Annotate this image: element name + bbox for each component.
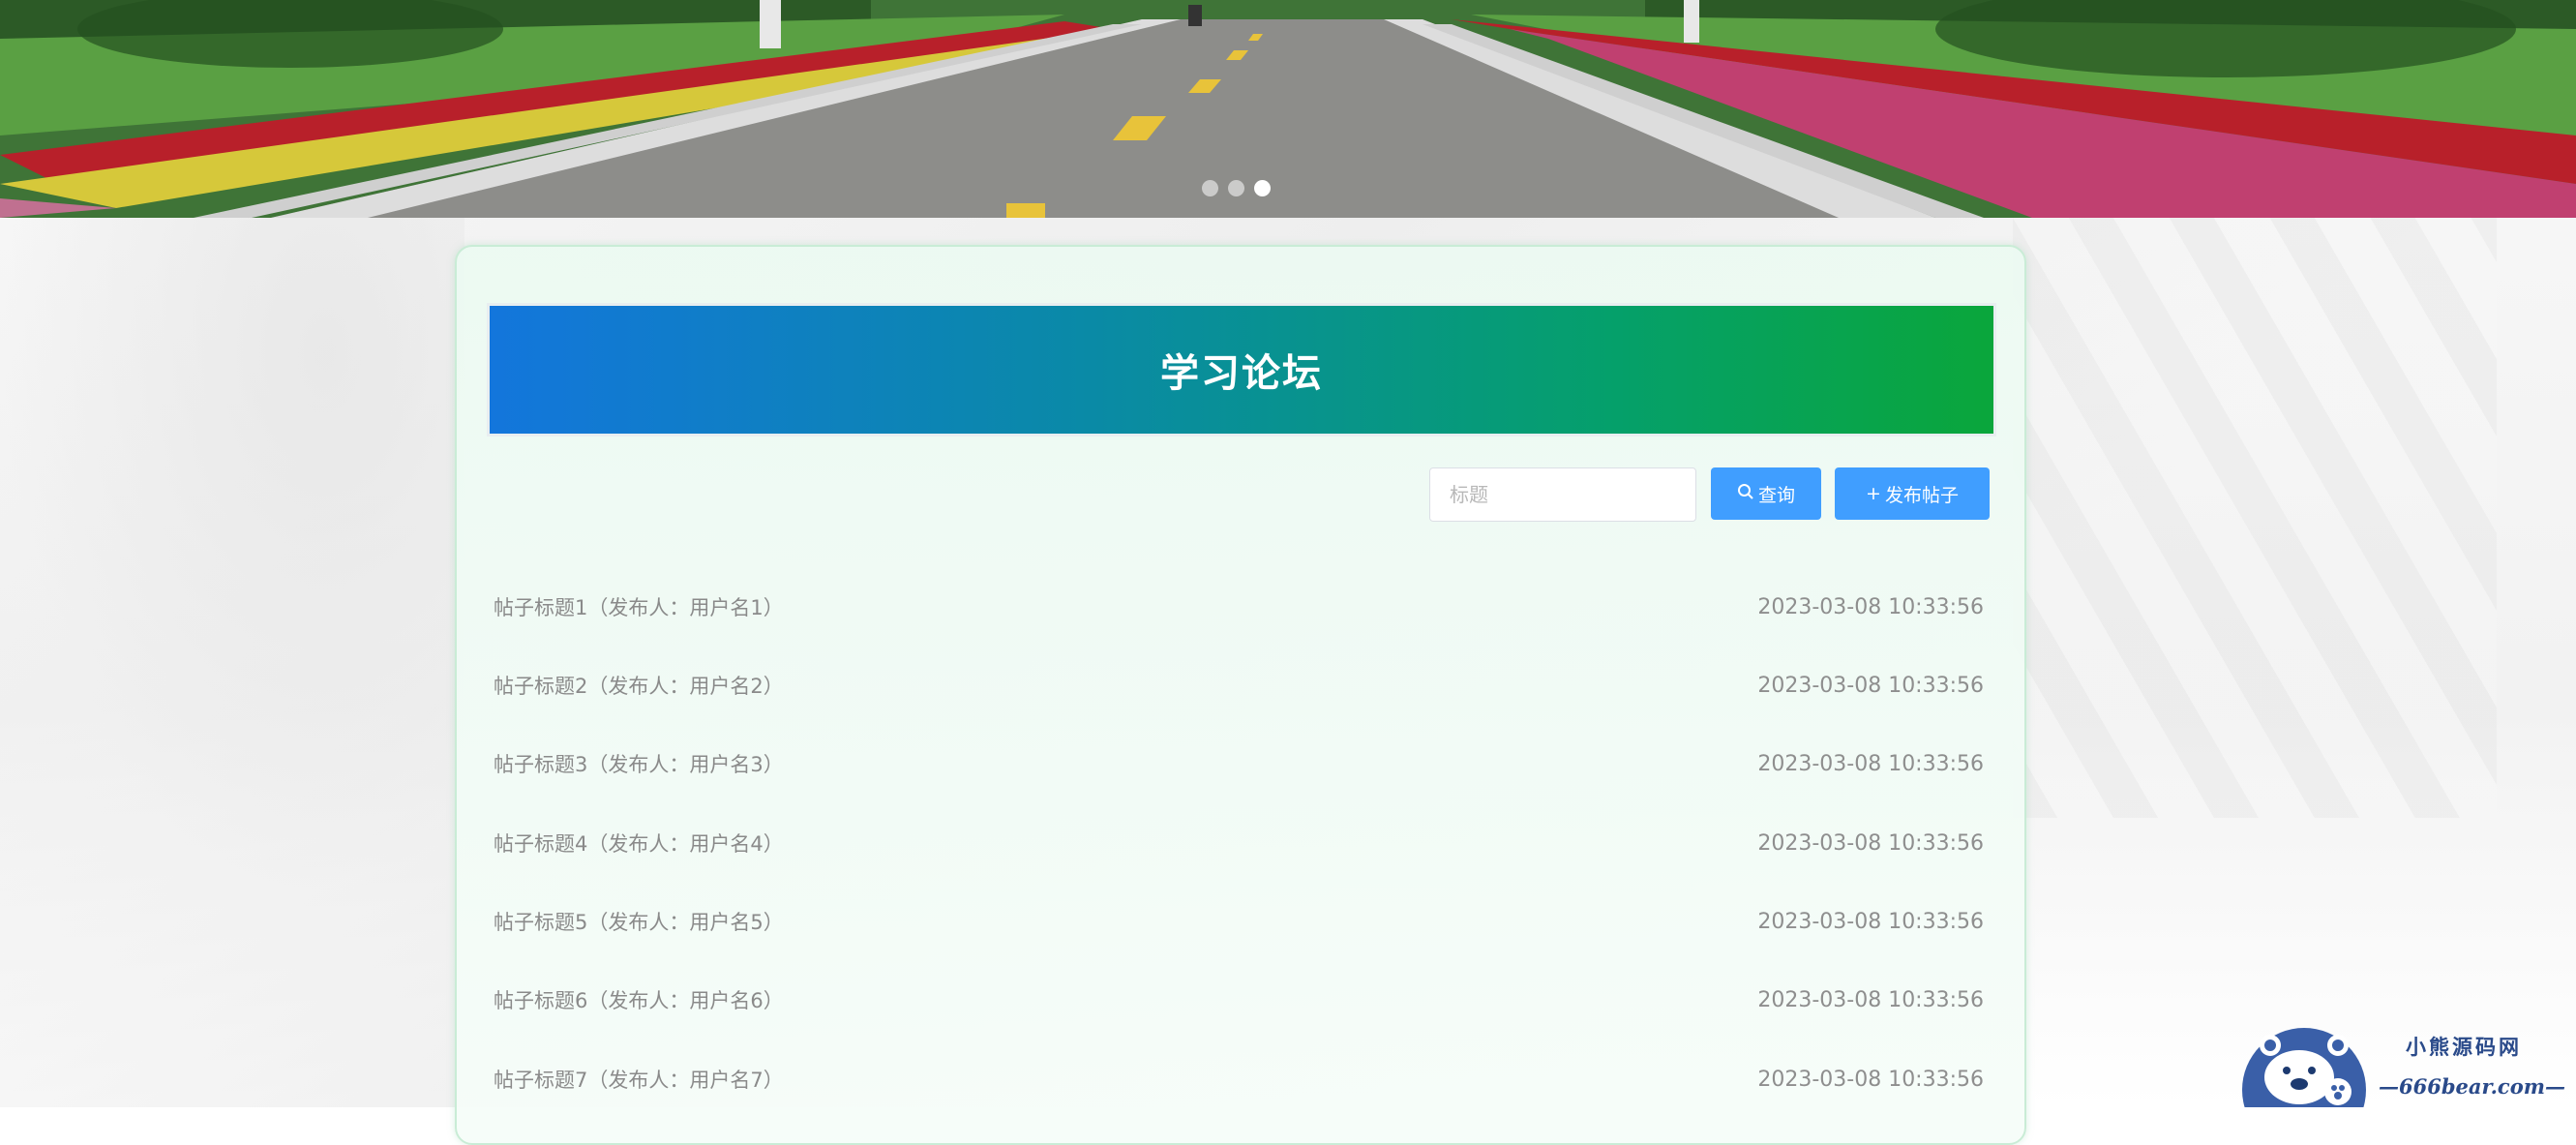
post-title[interactable]: 帖子标题1（发布人：用户名1） — [494, 592, 784, 621]
carousel-dot-2[interactable] — [1228, 180, 1244, 196]
post-title[interactable]: 帖子标题6（发布人：用户名6） — [494, 985, 784, 1014]
post-timestamp: 2023-03-08 10:33:56 — [1757, 673, 1984, 698]
post-item[interactable]: 帖子标题1（发布人：用户名1） 2023-03-08 10:33:56 — [494, 583, 1984, 631]
search-icon — [1737, 483, 1754, 504]
carousel-dot-1[interactable] — [1202, 180, 1218, 196]
post-item[interactable]: 帖子标题7（发布人：用户名7） 2023-03-08 10:33:56 — [494, 1055, 1984, 1103]
post-item[interactable]: 帖子标题3（发布人：用户名3） 2023-03-08 10:33:56 — [494, 739, 1984, 788]
search-button-label: 查询 — [1757, 484, 1795, 506]
plus-icon: + — [1866, 482, 1881, 504]
search-button[interactable]: 查询 — [1711, 467, 1821, 520]
post-title[interactable]: 帖子标题3（发布人：用户名3） — [494, 749, 784, 778]
post-timestamp: 2023-03-08 10:33:56 — [1757, 987, 1984, 1012]
watermark-name-cn: 小熊源码网 — [2406, 1035, 2522, 1059]
carousel-indicators — [1202, 180, 1271, 196]
post-title[interactable]: 帖子标题2（发布人：用户名2） — [494, 671, 784, 700]
create-post-button-label: 发布帖子 — [1884, 484, 1959, 506]
post-item[interactable]: 帖子标题2（发布人：用户名2） 2023-03-08 10:33:56 — [494, 661, 1984, 709]
hero-banner — [0, 0, 2576, 218]
page-title: 学习论坛 — [1160, 351, 1323, 396]
background-decoration-right — [2013, 218, 2497, 818]
search-toolbar: 查询 + 发布帖子 — [457, 467, 2024, 522]
bear-logo-icon — [2242, 1028, 2366, 1107]
create-post-button[interactable]: + 发布帖子 — [1835, 467, 1990, 520]
post-timestamp: 2023-03-08 10:33:56 — [1757, 830, 1984, 856]
post-timestamp: 2023-03-08 10:33:56 — [1757, 594, 1984, 619]
post-title[interactable]: 帖子标题5（发布人：用户名5） — [494, 907, 784, 936]
post-title[interactable]: 帖子标题7（发布人：用户名7） — [494, 1065, 784, 1094]
post-title[interactable]: 帖子标题4（发布人：用户名4） — [494, 829, 784, 858]
post-timestamp: 2023-03-08 10:33:56 — [1757, 751, 1984, 776]
post-item[interactable]: 帖子标题6（发布人：用户名6） 2023-03-08 10:33:56 — [494, 976, 1984, 1024]
watermark-name-en: —666bear.com— — [2379, 1074, 2565, 1099]
carousel-dot-3[interactable] — [1254, 180, 1271, 196]
post-item[interactable]: 帖子标题5（发布人：用户名5） 2023-03-08 10:33:56 — [494, 897, 1984, 946]
post-timestamp: 2023-03-08 10:33:56 — [1757, 909, 1984, 934]
forum-title-bar: 学习论坛 — [487, 303, 1996, 437]
banner-image — [0, 0, 2576, 218]
post-timestamp: 2023-03-08 10:33:56 — [1757, 1067, 1984, 1092]
post-item[interactable]: 帖子标题4（发布人：用户名4） 2023-03-08 10:33:56 — [494, 819, 1984, 867]
title-search-input[interactable] — [1429, 467, 1696, 522]
watermark-logo: 小熊源码网 —666bear.com— — [2241, 1024, 2576, 1107]
background-decoration-left — [0, 218, 464, 895]
